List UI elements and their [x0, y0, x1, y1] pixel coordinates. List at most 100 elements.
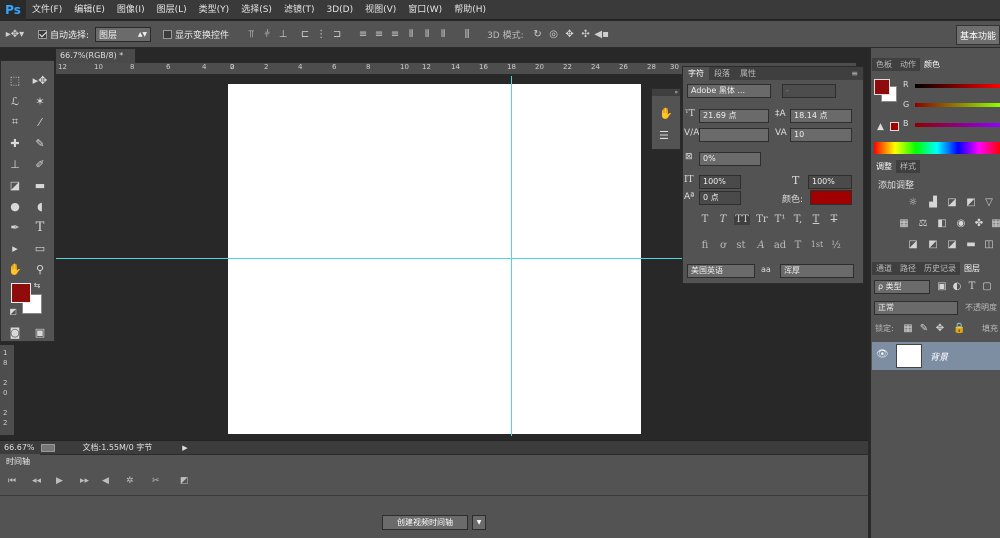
ordinals-button[interactable]: 1st [809, 240, 825, 249]
eyedropper-tool-icon[interactable]: ⁄ [30, 113, 50, 131]
tab-adjustments[interactable]: 调整 [872, 160, 896, 173]
menu-select[interactable]: 选择(S) [235, 0, 278, 20]
vertical-scale-field[interactable]: 100% [699, 175, 741, 189]
menu-edit[interactable]: 编辑(E) [68, 0, 111, 20]
baseline-shift-field[interactable]: 0 点 [699, 191, 741, 205]
timeline-tab[interactable]: 时间轴 [0, 454, 40, 468]
foreground-color-swatch[interactable] [11, 283, 31, 303]
eraser-tool-icon[interactable]: ◪ [5, 176, 25, 194]
brush-preset-icon[interactable]: ✋ [659, 107, 673, 120]
next-frame-icon[interactable]: ▸▸ [80, 476, 89, 486]
character-style-icon[interactable]: ☰ [659, 129, 669, 142]
filter-adjust-icon[interactable]: ◐ [951, 281, 963, 293]
contextual-alternates-button[interactable]: st [734, 240, 748, 251]
document-tab[interactable]: 66.7%(RGB/8) * [56, 49, 136, 63]
type-tool-icon[interactable]: T [30, 218, 50, 236]
menu-help[interactable]: 帮助(H) [448, 0, 492, 20]
levels-icon[interactable]: ▟ [927, 197, 939, 209]
menu-3d[interactable]: 3D(D) [320, 0, 359, 20]
show-transform-checkbox[interactable] [163, 29, 173, 39]
play-arrow-icon[interactable]: ▶ [182, 444, 187, 452]
discretionary-ligature-button[interactable]: ơ [716, 240, 730, 251]
path-selection-tool-icon[interactable]: ▸ [5, 239, 25, 257]
antialias-dropdown[interactable]: 浑厚 [780, 264, 854, 278]
text-color-swatch[interactable] [810, 190, 852, 205]
lock-position-icon[interactable]: ✥ [934, 323, 946, 335]
3d-roll-icon[interactable]: ◎ [546, 29, 562, 40]
split-scissors-icon[interactable]: ✂ [152, 476, 160, 486]
hand-tool-icon[interactable]: ✋ [5, 260, 25, 278]
visibility-eye-icon[interactable]: 👁 [876, 349, 889, 360]
lock-transparent-icon[interactable]: ▦ [902, 323, 914, 335]
blend-mode-dropdown[interactable]: 正常 [874, 301, 958, 315]
color-lookup-icon[interactable]: ▦ [990, 218, 1000, 230]
language-dropdown[interactable]: 美国英语 [687, 264, 755, 278]
marquee-tool-icon[interactable]: ⬚ [5, 71, 25, 89]
tab-styles[interactable]: 样式 [896, 160, 920, 173]
gradient-tool-icon[interactable]: ▬ [30, 176, 50, 194]
distribute-hcenter-icon[interactable]: ⦀ [419, 29, 435, 40]
3d-pan-icon[interactable]: ✥ [562, 29, 578, 40]
swap-colors-icon[interactable]: ⇆ [31, 279, 43, 291]
swash-button[interactable]: A [754, 240, 768, 251]
titling-alternates-button[interactable]: T [791, 240, 805, 251]
auto-select-checkbox[interactable] [38, 29, 47, 39]
font-family-dropdown[interactable]: Adobe 黑体 ... [687, 84, 771, 98]
pen-tool-icon[interactable]: ✒ [5, 218, 25, 236]
small-caps-button[interactable]: Tr [754, 214, 770, 225]
tracking-field[interactable]: 10 [790, 128, 852, 142]
auto-select-dropdown[interactable]: 图层 ▲▼ [95, 26, 152, 42]
workspace-button[interactable]: 基本功能 [956, 25, 1000, 45]
tab-character[interactable]: 字符 [683, 67, 709, 80]
vertical-guide[interactable] [511, 76, 512, 436]
prev-frame-icon[interactable]: ◂◂ [32, 476, 41, 486]
zoom-level[interactable]: 66.67% [4, 443, 35, 452]
kerning-field[interactable] [699, 128, 769, 142]
crop-tool-icon[interactable]: ⌗ [5, 113, 25, 131]
history-brush-tool-icon[interactable]: ✐ [30, 155, 50, 173]
tab-layers[interactable]: 图层 [960, 262, 984, 275]
gamut-swatch[interactable] [890, 122, 899, 131]
panel-menu-icon[interactable]: ≡ [846, 67, 863, 80]
menu-filter[interactable]: 滤镜(T) [278, 0, 321, 20]
dodge-tool-icon[interactable]: ◖ [30, 197, 50, 215]
preview-icon[interactable] [40, 443, 55, 452]
faux-italic-button[interactable]: T [716, 214, 730, 225]
distribute-left-icon[interactable]: ⦀ [403, 29, 419, 40]
font-style-dropdown[interactable]: - [782, 84, 836, 98]
lasso-tool-icon[interactable]: ℒ [5, 92, 25, 110]
screen-mode-icon[interactable]: ▣ [30, 323, 50, 341]
audio-icon[interactable]: ◀ [102, 476, 109, 486]
all-caps-button[interactable]: TT [734, 214, 750, 225]
subscript-button[interactable]: T, [791, 214, 805, 225]
align-top-icon[interactable]: ⫪ [243, 29, 259, 40]
strikethrough-button[interactable]: T [827, 214, 841, 225]
ligature-button[interactable]: fi [698, 240, 712, 251]
selective-color-icon[interactable]: ◫ [983, 239, 995, 251]
first-frame-icon[interactable]: ⏮ [8, 476, 16, 486]
lock-all-icon[interactable]: 🔒 [953, 323, 965, 335]
stylistic-alternates-button[interactable]: ad [773, 240, 787, 251]
menu-type[interactable]: 类型(Y) [193, 0, 236, 20]
tab-paragraph[interactable]: 段落 [709, 67, 735, 80]
vibrance-icon[interactable]: ▽ [983, 197, 995, 209]
distribute-right-icon[interactable]: ⦀ [435, 29, 451, 40]
layer-kind-filter[interactable]: ρ 类型 [874, 280, 930, 294]
collapse-icon[interactable]: » [652, 89, 680, 96]
chevron-down-icon[interactable]: ▼ [472, 515, 486, 530]
channel-mixer-icon[interactable]: ✤ [973, 218, 985, 230]
3d-scale-icon[interactable]: ◀▪ [594, 29, 610, 40]
curves-icon[interactable]: ◪ [946, 197, 958, 209]
vertical-ruler[interactable]: 1 8 2 0 2 2 [0, 345, 14, 435]
brightness-icon[interactable]: ☼ [907, 197, 919, 209]
superscript-button[interactable]: T¹ [773, 214, 787, 225]
lock-pixels-icon[interactable]: ✎ [918, 323, 930, 335]
filter-type-icon[interactable]: T [966, 281, 978, 293]
quick-mask-icon[interactable]: ◙ [5, 323, 25, 341]
settings-gear-icon[interactable]: ✲ [126, 476, 134, 486]
photo-filter-icon[interactable]: ◉ [955, 218, 967, 230]
align-vcenter-icon[interactable]: ⫩ [259, 29, 275, 40]
align-hcenter-icon[interactable]: ⋮ [313, 29, 329, 40]
tab-paths[interactable]: 路径 [896, 262, 920, 275]
color-spectrum[interactable] [874, 142, 1000, 154]
